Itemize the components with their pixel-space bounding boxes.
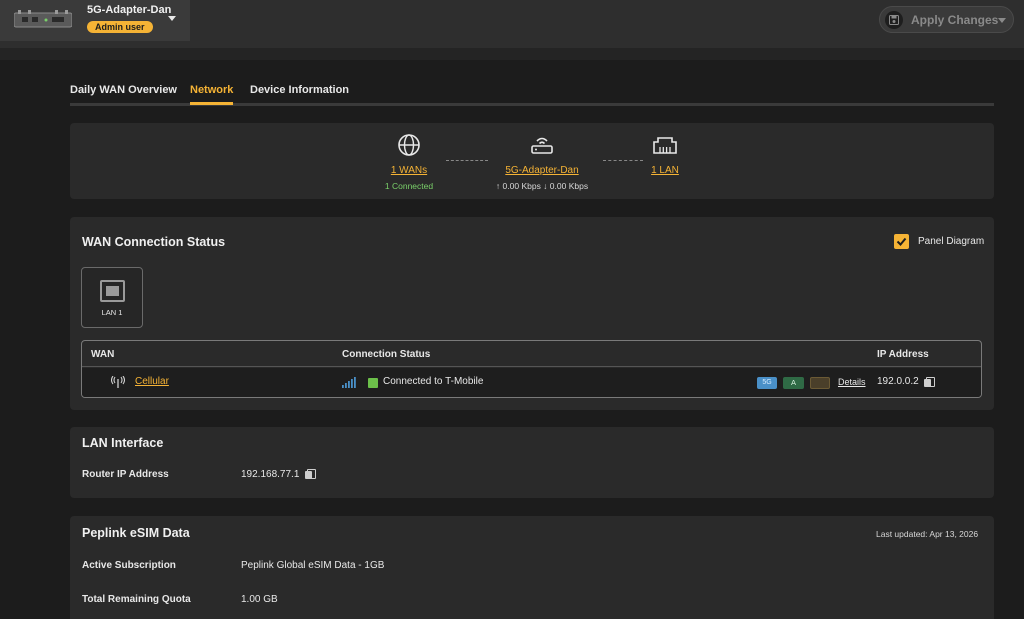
lan-interface-title: LAN Interface: [82, 436, 164, 450]
topology-wans: 1 WANs 1 Connected: [369, 133, 449, 191]
save-icon: [885, 11, 903, 29]
total-remaining-quota-value: 1.00 GB: [241, 594, 278, 605]
lan-interface-card: LAN Interface: [70, 427, 994, 498]
5g-badge: 5G: [757, 377, 777, 389]
connector-line: [603, 160, 643, 161]
header-divider: [0, 48, 1024, 60]
sim-a-badge: A: [783, 377, 804, 389]
device-link[interactable]: 5G-Adapter-Dan: [487, 165, 597, 176]
connected-status-indicator: [368, 378, 378, 388]
panel-diagram-checkbox[interactable]: [894, 234, 909, 249]
lan-port-label: LAN 1: [101, 308, 123, 317]
details-link[interactable]: Details: [838, 377, 866, 387]
connection-status-text: Connected to T-Mobile: [383, 376, 484, 387]
lan-link[interactable]: 1 LAN: [640, 165, 690, 176]
column-header-ip-address: IP Address: [877, 349, 929, 360]
apply-changes-button[interactable]: Apply Changes: [879, 6, 1014, 33]
signal-strength-icon: [342, 377, 356, 388]
tab-network[interactable]: Network: [190, 84, 234, 105]
ethernet-port-icon: [100, 280, 125, 302]
apply-changes-label: Apply Changes: [911, 13, 999, 27]
wan-status-title: WAN Connection Status: [82, 235, 226, 249]
table-row: Cellular Connected to T-Mobile 5G A Deta…: [82, 368, 981, 397]
checkmark-icon: [896, 237, 907, 246]
chevron-down-icon: [168, 16, 176, 21]
esim-data-card: Peplink eSIM Data: [70, 516, 994, 619]
connector-line: [446, 160, 488, 161]
lan-port-diagram[interactable]: LAN 1: [81, 267, 143, 328]
router-ip-label: Router IP Address: [82, 469, 169, 480]
total-remaining-quota-label: Total Remaining Quota: [82, 594, 191, 605]
copy-icon[interactable]: [305, 469, 316, 480]
last-updated-text: Last updated: Apr 13, 2026: [876, 529, 979, 539]
panel-diagram-label: Panel Diagram: [918, 236, 985, 247]
device-throughput: ↑ 0.00 Kbps ↓ 0.00 Kbps: [495, 181, 589, 191]
wan-cellular-link[interactable]: Cellular: [135, 376, 169, 387]
admin-user-badge: Admin user: [87, 21, 153, 33]
router-icon: [531, 137, 553, 154]
device-name: 5G-Adapter-Dan: [87, 4, 172, 16]
tab-bar: Daily WAN Overview Network Device Inform…: [70, 84, 994, 106]
column-header-wan: WAN: [91, 349, 115, 360]
globe-icon: [398, 134, 420, 156]
copy-icon[interactable]: [924, 377, 935, 388]
router-ip-value: 192.168.77.1: [241, 469, 300, 480]
ethernet-port-icon: [653, 137, 677, 154]
cellular-antenna-icon: [111, 376, 125, 388]
active-subscription-label: Active Subscription: [82, 560, 176, 571]
column-header-connection-status: Connection Status: [342, 349, 431, 360]
wan-table: WAN Connection Status IP Address Cellula…: [81, 340, 982, 398]
esim-title: Peplink eSIM Data: [82, 526, 190, 540]
table-header: WAN Connection Status IP Address: [82, 341, 981, 367]
wans-link[interactable]: 1 WANs: [369, 165, 449, 176]
device-selector[interactable]: 5G-Adapter-Dan Admin user: [0, 0, 190, 41]
active-subscription-value: Peplink Global eSIM Data - 1GB: [241, 560, 385, 571]
topology-lan: 1 LAN: [640, 133, 690, 176]
tab-device-information[interactable]: Device Information: [250, 84, 349, 102]
topology-device: 5G-Adapter-Dan ↑ 0.00 Kbps ↓ 0.00 Kbps: [487, 133, 597, 191]
top-bar: 5G-Adapter-Dan Admin user Apply Changes: [0, 0, 1024, 48]
tab-daily-wan-overview[interactable]: Daily WAN Overview: [70, 84, 177, 102]
wans-connected-status: 1 Connected: [384, 181, 434, 191]
chevron-down-icon[interactable]: [998, 18, 1006, 23]
wan-ip-address: 192.0.0.2: [877, 376, 919, 387]
sim-card-icon: [810, 377, 830, 389]
router-device-icon: [14, 10, 72, 28]
